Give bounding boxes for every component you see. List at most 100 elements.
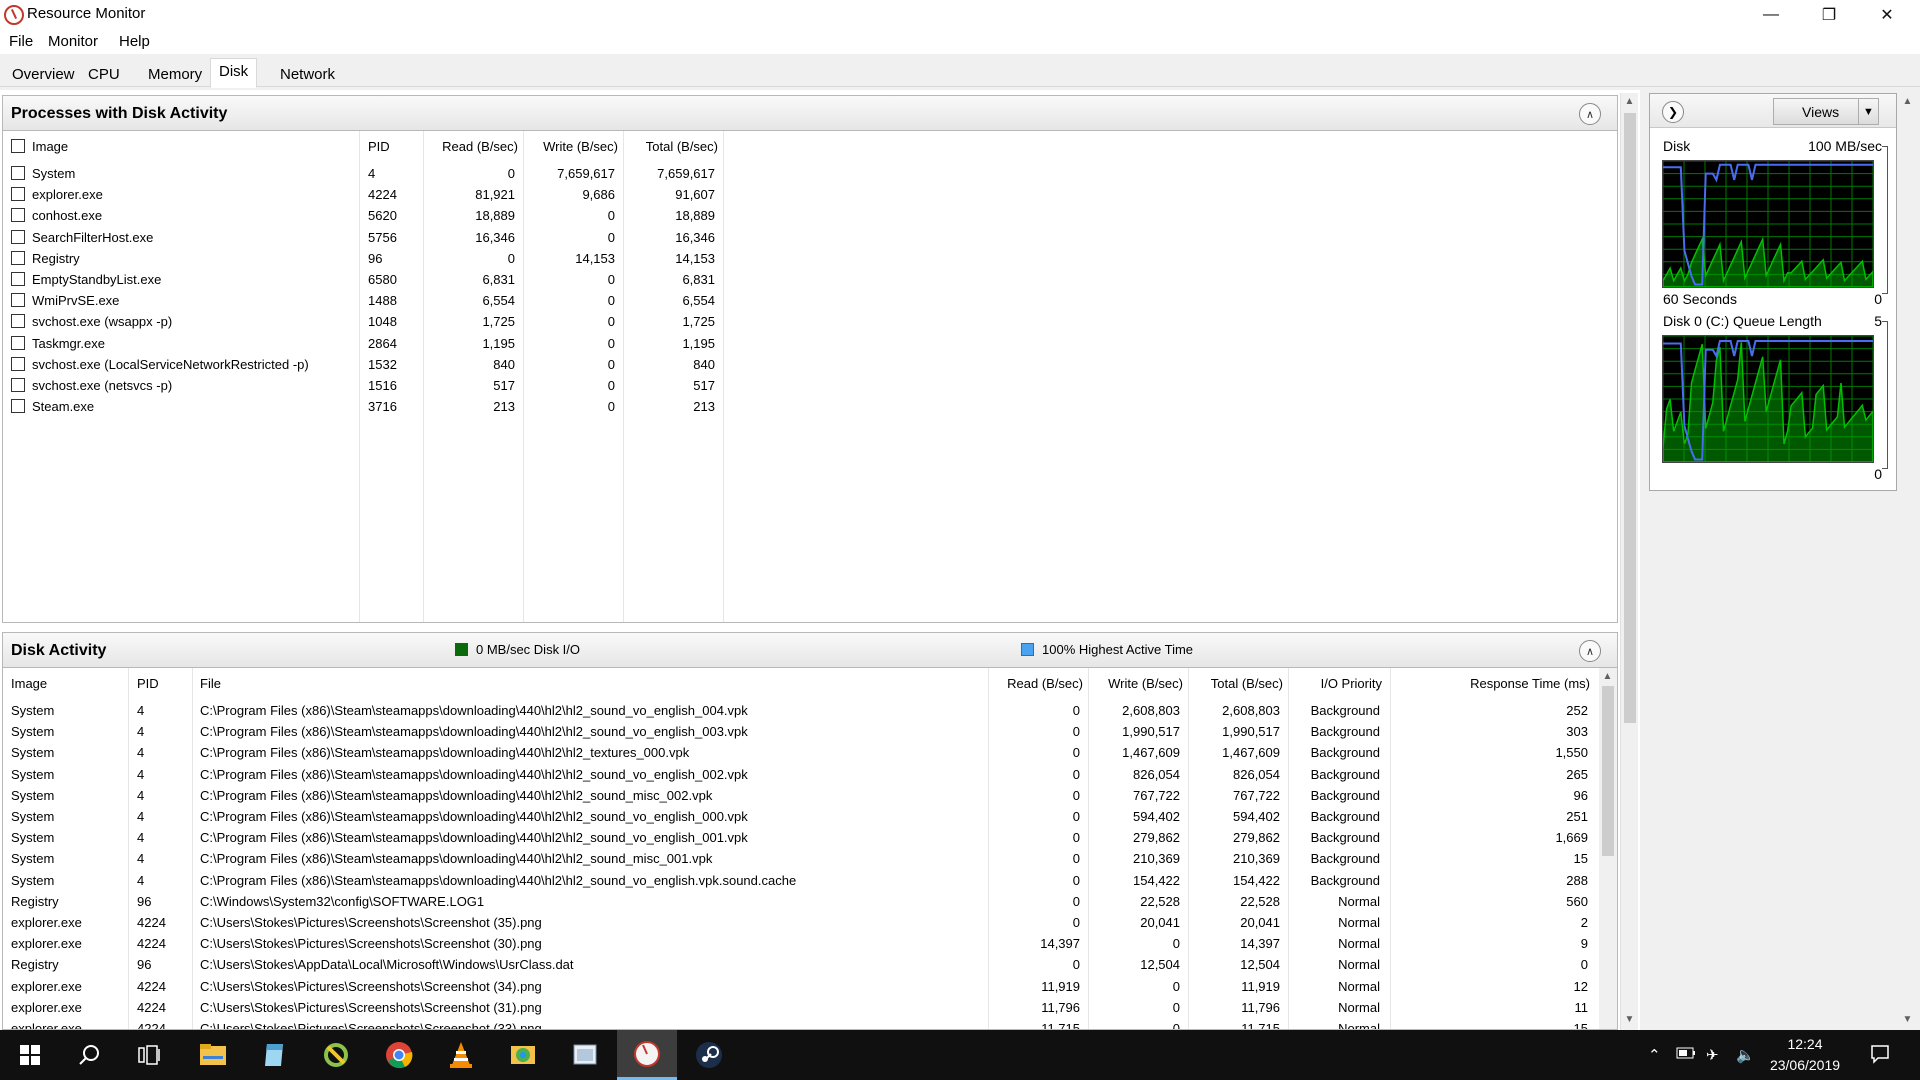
tab-overview[interactable]: Overview <box>3 62 84 87</box>
chevron-down-icon[interactable]: ▼ <box>1858 99 1878 124</box>
col-image[interactable]: Image <box>32 139 68 154</box>
table-row[interactable]: explorer.exe 4224 C:\Users\Stokes\Pictures… <box>3 997 1597 1017</box>
volume-icon[interactable]: 🔈 <box>1736 1046 1755 1064</box>
table-row[interactable]: explorer.exe 4224 C:\Users\Stokes\Pictures… <box>3 912 1597 932</box>
table-row[interactable]: Registry 96 C:\Windows\System32\config\SOF… <box>3 891 1597 911</box>
col-file[interactable]: File <box>200 676 221 691</box>
process-checkbox[interactable] <box>11 166 25 180</box>
table-row[interactable]: SearchFilterHost.exe 5756 16,346 0 16,346 <box>3 227 1613 247</box>
process-checkbox[interactable] <box>11 229 25 244</box>
process-checkbox[interactable] <box>11 314 25 329</box>
table-row[interactable]: System 4 C:\Program Files (x86)\Steam\stea… <box>3 827 1597 847</box>
col-read[interactable]: Read (B/sec) <box>988 676 1083 691</box>
close-button[interactable]: ✕ <box>1858 0 1916 30</box>
menu-file[interactable]: File <box>9 33 33 50</box>
table-row[interactable]: System 4 C:\Program Files (x86)\Steam\stea… <box>3 721 1597 741</box>
process-checkbox[interactable] <box>11 187 25 202</box>
table-row[interactable]: System 4 C:\Program Files (x86)\Steam\stea… <box>3 764 1597 784</box>
process-checkbox[interactable] <box>11 250 25 265</box>
process-checkbox[interactable] <box>11 399 25 414</box>
title-bar[interactable]: Resource Monitor — ❐ ✕ <box>0 0 1920 30</box>
explorer-photo-icon[interactable] <box>493 1030 553 1080</box>
scroll-down-arrow-icon[interactable]: ▼ <box>1621 1011 1638 1028</box>
search-icon[interactable] <box>60 1030 120 1080</box>
col-image[interactable]: Image <box>11 676 47 691</box>
table-row[interactable]: System 4 C:\Program Files (x86)\Steam\stea… <box>3 700 1597 720</box>
collapse-disk-activity-button[interactable]: ∧ <box>1579 640 1601 662</box>
menu-monitor[interactable]: Monitor <box>48 33 98 50</box>
chevron-up-icon[interactable]: ⌃ <box>1648 1046 1661 1064</box>
col-write[interactable]: Write (B/sec) <box>523 139 618 154</box>
collapse-processes-button[interactable]: ∧ <box>1579 103 1601 125</box>
tab-cpu[interactable]: CPU <box>79 62 129 87</box>
table-row[interactable]: Registry 96 C:\Users\Stokes\AppData\Local\… <box>3 954 1597 974</box>
task-view-icon[interactable] <box>120 1030 180 1080</box>
paint-icon[interactable] <box>555 1030 615 1080</box>
steam-icon[interactable] <box>679 1030 739 1080</box>
scroll-up-arrow-icon[interactable]: ▲ <box>1621 93 1638 110</box>
table-row[interactable]: EmptyStandbyList.exe 6580 6,831 0 6,831 <box>3 269 1613 289</box>
resource-monitor-icon[interactable] <box>617 1030 677 1080</box>
col-io-priority[interactable]: I/O Priority <box>1288 676 1382 691</box>
graph-panel-scrollbar[interactable]: ▲ ▼ <box>1899 93 1917 1030</box>
main-scrollbar[interactable]: ▲ ▼ <box>1620 93 1638 1030</box>
scroll-thumb[interactable] <box>1624 113 1636 723</box>
cheat-engine-icon[interactable] <box>306 1030 366 1080</box>
table-row[interactable]: System 4 C:\Program Files (x86)\Steam\stea… <box>3 785 1597 805</box>
table-row[interactable]: System 4 C:\Program Files (x86)\Steam\stea… <box>3 742 1597 762</box>
col-pid[interactable]: PID <box>368 139 390 154</box>
col-pid[interactable]: PID <box>137 676 159 691</box>
process-checkbox[interactable] <box>11 356 25 371</box>
chrome-icon[interactable] <box>369 1030 429 1080</box>
process-checkbox[interactable] <box>11 378 25 392</box>
restore-button[interactable]: ❐ <box>1800 0 1858 30</box>
clock-date[interactable]: 23/06/2019 <box>1765 1057 1845 1073</box>
tab-memory[interactable]: Memory <box>139 62 211 87</box>
network-icon[interactable]: ✈ <box>1706 1046 1719 1064</box>
tab-network[interactable]: Network <box>271 62 344 87</box>
process-checkbox[interactable] <box>11 293 25 308</box>
table-row[interactable]: System 4 C:\Program Files (x86)\Steam\stea… <box>3 848 1597 868</box>
table-row[interactable]: svchost.exe (netsvcs -p) 1516 517 0 517 <box>3 375 1613 395</box>
table-row[interactable]: conhost.exe 5620 18,889 0 18,889 <box>3 205 1613 225</box>
table-row[interactable]: explorer.exe 4224 C:\Users\Stokes\Pictures… <box>3 976 1597 996</box>
battery-icon[interactable] <box>1676 1046 1696 1064</box>
table-row[interactable]: System 4 C:\Program Files (x86)\Steam\stea… <box>3 806 1597 826</box>
col-read[interactable]: Read (B/sec) <box>423 139 518 154</box>
tab-disk[interactable]: Disk <box>210 58 258 88</box>
views-button[interactable]: Views ▼ <box>1773 98 1879 125</box>
table-row[interactable]: svchost.exe (wsappx -p) 1048 1,725 0 1,725 <box>3 311 1613 331</box>
process-checkbox[interactable] <box>11 208 25 223</box>
table-row[interactable]: Steam.exe 3716 213 0 213 <box>3 396 1613 416</box>
notifications-icon[interactable] <box>1870 1044 1890 1068</box>
process-checkbox[interactable] <box>11 272 25 286</box>
table-row[interactable]: svchost.exe (LocalServiceNetworkRestrict… <box>3 354 1613 374</box>
processes-section-header[interactable]: Processes with Disk Activity ∧ <box>2 95 1618 131</box>
col-write[interactable]: Write (B/sec) <box>1088 676 1183 691</box>
process-checkbox[interactable] <box>11 335 25 350</box>
table-row[interactable]: explorer.exe 4224 C:\Users\Stokes\Pictures… <box>3 1018 1597 1029</box>
notepad-icon[interactable] <box>244 1030 304 1080</box>
scroll-thumb[interactable] <box>1602 686 1614 856</box>
scroll-up-arrow-icon[interactable]: ▲ <box>1899 93 1916 110</box>
scroll-down-arrow-icon[interactable]: ▼ <box>1899 1011 1916 1028</box>
col-response-time[interactable]: Response Time (ms) <box>1390 676 1590 691</box>
table-row[interactable]: Taskmgr.exe 2864 1,195 0 1,195 <box>3 333 1613 353</box>
table-row[interactable]: explorer.exe 4224 81,921 9,686 91,607 <box>3 184 1613 204</box>
scroll-up-arrow-icon[interactable]: ▲ <box>1599 668 1616 685</box>
clock-time[interactable]: 12:24 <box>1770 1036 1840 1052</box>
table-row[interactable]: System 4 0 7,659,617 7,659,617 <box>3 163 1613 183</box>
file-explorer-icon[interactable] <box>183 1030 243 1080</box>
select-all-checkbox[interactable] <box>11 139 25 153</box>
table-row[interactable]: explorer.exe 4224 C:\Users\Stokes\Pictures… <box>3 933 1597 953</box>
disk-activity-scrollbar[interactable]: ▲ <box>1599 668 1617 1029</box>
disk-activity-section-header[interactable]: Disk Activity 0 MB/sec Disk I/O 100% Hig… <box>2 632 1618 668</box>
windows-start-icon[interactable] <box>0 1030 60 1080</box>
table-row[interactable]: System 4 C:\Program Files (x86)\Steam\stea… <box>3 870 1597 890</box>
table-row[interactable]: WmiPrvSE.exe 1488 6,554 0 6,554 <box>3 290 1613 310</box>
table-row[interactable]: Registry 96 0 14,153 14,153 <box>3 248 1613 268</box>
expand-panel-button[interactable]: ❯ <box>1662 101 1684 123</box>
vlc-icon[interactable] <box>431 1030 491 1080</box>
col-total[interactable]: Total (B/sec) <box>1188 676 1283 691</box>
minimize-button[interactable]: — <box>1742 0 1800 30</box>
